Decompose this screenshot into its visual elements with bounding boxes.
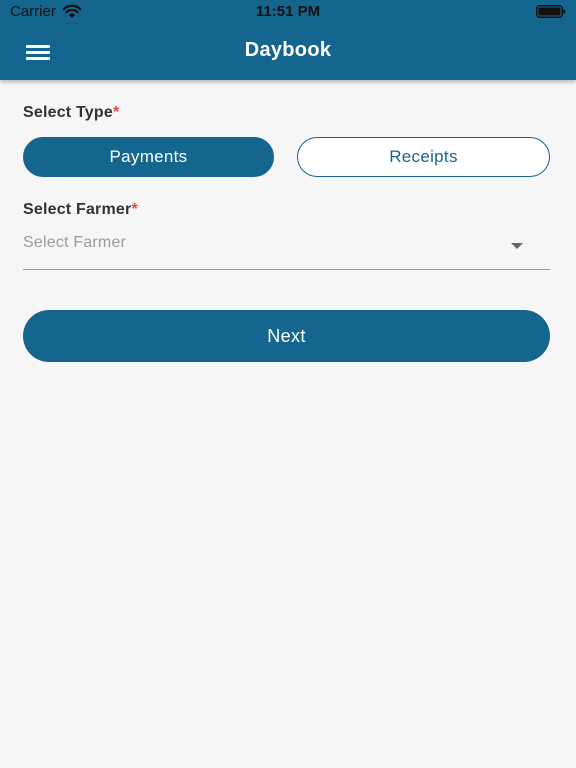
status-bar: Carrier 11:51 PM	[0, 0, 576, 24]
select-farmer-placeholder: Select Farmer	[23, 234, 127, 251]
chevron-down-icon	[511, 243, 523, 249]
select-type-label: Select Type*	[23, 104, 119, 122]
battery-icon	[536, 5, 566, 18]
page-title: Daybook	[244, 39, 332, 61]
next-button[interactable]: Next	[23, 310, 550, 362]
required-asterisk: *	[112, 104, 120, 121]
daybook-screen: Carrier 11:51 PM Daybook Select Type* Pa…	[0, 0, 576, 768]
required-asterisk: *	[131, 201, 138, 218]
receipts-toggle-button[interactable]: Receipts	[297, 137, 550, 177]
nav-bar: Daybook	[0, 24, 576, 80]
select-farmer-label-text: Select Farmer	[23, 201, 132, 218]
select-farmer-dropdown[interactable]: Select Farmer	[23, 226, 550, 270]
select-type-label-text: Select Type	[23, 104, 113, 121]
status-time: 11:51 PM	[255, 3, 321, 20]
select-farmer-label: Select Farmer*	[23, 201, 138, 219]
payments-toggle-button[interactable]: Payments	[23, 137, 274, 177]
